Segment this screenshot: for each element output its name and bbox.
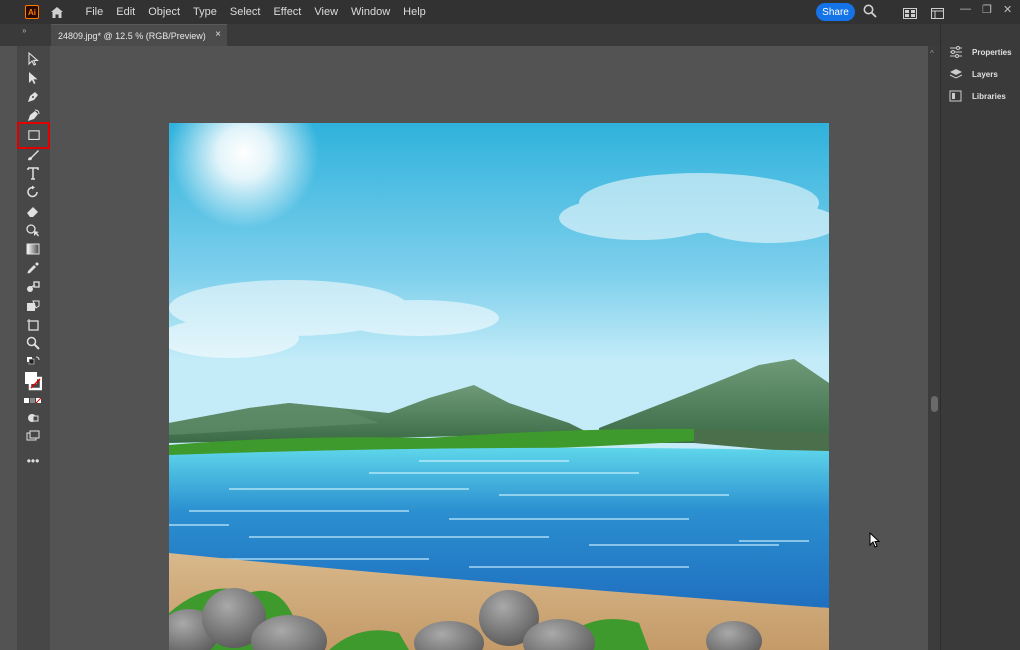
layers-icon	[949, 69, 963, 79]
live-paint-tool-icon[interactable]	[24, 298, 42, 314]
shape-builder-tool-icon[interactable]	[24, 222, 42, 238]
menu-effect[interactable]: Effect	[267, 0, 308, 24]
artboard[interactable]	[169, 123, 829, 650]
paintbrush-tool-icon[interactable]	[24, 147, 42, 163]
document-tab-bar: » 24809.jpg* @ 12.5 % (RGB/Preview) × «	[0, 24, 1020, 46]
zoom-tool-icon[interactable]	[24, 335, 42, 351]
libraries-panel-tab[interactable]: Libraries	[949, 90, 1006, 102]
properties-panel-tab[interactable]: Properties	[949, 46, 1012, 58]
search-icon[interactable]	[863, 4, 877, 23]
workspace-switcher-icon[interactable]	[931, 6, 944, 24]
properties-label: Properties	[972, 47, 1012, 57]
vertical-scrollbar-thumb[interactable]	[931, 396, 938, 412]
restore-button[interactable]: ❐	[982, 3, 992, 16]
home-icon[interactable]	[49, 4, 65, 20]
arrange-documents-icon[interactable]	[903, 6, 917, 24]
edit-toolbar-icon[interactable]: •••	[24, 455, 42, 467]
menu-window[interactable]: Window	[345, 0, 397, 24]
type-tool-icon[interactable]	[24, 165, 42, 181]
share-button[interactable]: Share	[816, 3, 855, 21]
menu-help[interactable]: Help	[397, 0, 433, 24]
blend-tool-icon[interactable]	[24, 279, 42, 295]
eraser-tool-icon[interactable]	[24, 203, 42, 219]
scroll-up-icon[interactable]: ^	[930, 49, 934, 58]
libraries-icon	[949, 90, 962, 102]
rectangle-tool-icon[interactable]	[17, 122, 50, 149]
collapse-toolbar-icon[interactable]: »	[22, 26, 26, 35]
gradient-tool-icon[interactable]	[24, 241, 42, 257]
app-logo: Ai	[25, 5, 39, 19]
canvas-area[interactable]	[50, 46, 928, 650]
minimize-button[interactable]: —	[960, 3, 971, 15]
artboard-tool-icon[interactable]	[24, 317, 42, 333]
menu-bar: Ai File Edit Object Type Select Effect V…	[0, 0, 1020, 24]
document-tab-close-button[interactable]: ×	[215, 29, 221, 40]
menu-object[interactable]: Object	[142, 0, 187, 24]
layers-label: Layers	[972, 69, 998, 79]
menu-select[interactable]: Select	[223, 0, 267, 24]
menu-file[interactable]: File	[79, 0, 110, 24]
menu-type[interactable]: Type	[187, 0, 224, 24]
color-mode-icon[interactable]	[24, 396, 42, 406]
document-tab-label: 24809.jpg* @ 12.5 % (RGB/Preview)	[58, 30, 206, 41]
libraries-label: Libraries	[972, 91, 1006, 101]
fill-stroke-swatch[interactable]	[24, 370, 42, 392]
screen-mode-icon[interactable]	[24, 430, 42, 442]
document-tab[interactable]: 24809.jpg* @ 12.5 % (RGB/Preview) ×	[51, 24, 227, 46]
selection-tool-icon[interactable]	[24, 51, 42, 67]
artboard-image	[169, 123, 829, 650]
close-window-button[interactable]: ✕	[1003, 3, 1012, 16]
menu-view[interactable]: View	[308, 0, 345, 24]
draw-mode-icon[interactable]	[24, 412, 42, 424]
default-colors-icon[interactable]	[24, 355, 42, 367]
menu-edit[interactable]: Edit	[110, 0, 142, 24]
vertical-scrollbar[interactable]: ^	[928, 46, 940, 650]
rotate-tool-icon[interactable]	[24, 184, 42, 200]
properties-icon	[950, 46, 962, 58]
mouse-cursor-icon	[869, 531, 881, 554]
direct-selection-tool-icon[interactable]	[24, 70, 42, 86]
right-panel-dock: Properties Layers Libraries	[940, 24, 1020, 650]
pen-tool-icon[interactable]	[24, 89, 42, 105]
tools-panel: •••	[17, 46, 50, 650]
eyedropper-tool-icon[interactable]	[24, 260, 42, 276]
main-menu: File Edit Object Type Select Effect View…	[79, 0, 432, 24]
layers-panel-tab[interactable]: Layers	[949, 68, 998, 80]
